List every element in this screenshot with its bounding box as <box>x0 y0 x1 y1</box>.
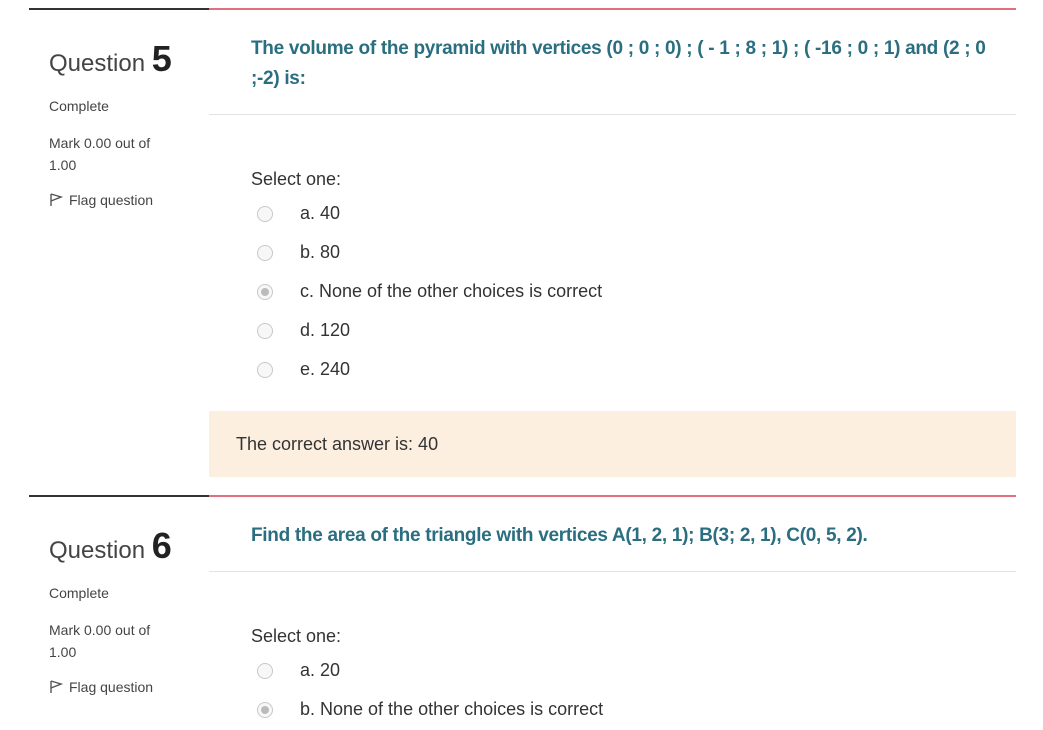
question-grade: Mark 0.00 out of 1.00 <box>49 135 151 173</box>
question-number-value: 6 <box>151 525 172 566</box>
flag-question-label: Flag question <box>69 679 154 695</box>
answer-option-b[interactable]: b. None of the other choices is correct <box>257 690 1016 729</box>
question-label: Question <box>49 537 146 564</box>
question-content: The volume of the pyramid with vertices … <box>209 8 1016 477</box>
flag-question-label: Flag question <box>69 192 154 208</box>
radio-button[interactable] <box>257 322 273 339</box>
radio-button-selected[interactable] <box>257 701 273 718</box>
question-info: Question 5 Complete Mark 0.00 out of 1.0… <box>29 8 209 208</box>
question-text: The volume of the pyramid with vertices … <box>251 38 986 89</box>
radio-button-selected[interactable] <box>257 283 273 300</box>
flag-icon <box>50 680 63 693</box>
option-label: b. 80 <box>300 242 341 262</box>
option-label: d. 120 <box>300 320 351 340</box>
question-label: Question <box>49 50 146 77</box>
answer-option-a[interactable]: a. 20 <box>257 651 1016 690</box>
option-label: c. None of the other choices is correct <box>300 281 603 301</box>
divider <box>209 114 1016 115</box>
radio-button[interactable] <box>257 244 273 261</box>
question-text: Find the area of the triangle with verti… <box>251 525 868 546</box>
option-label: e. 240 <box>300 359 351 379</box>
question-state: Complete <box>49 98 109 114</box>
flag-icon <box>50 193 63 206</box>
answer-option-e[interactable]: e. 240 <box>257 350 1016 389</box>
question-state: Complete <box>49 585 109 601</box>
answer-options: a. 20 b. None of the other choices is co… <box>209 651 1016 729</box>
answer-option-b[interactable]: b. 80 <box>257 233 1016 272</box>
radio-button[interactable] <box>257 662 273 679</box>
question-info: Question 6 Complete Mark 0.00 out of 1.0… <box>29 495 209 695</box>
answer-option-a[interactable]: a. 40 <box>257 194 1016 233</box>
question-content: Find the area of the triangle with verti… <box>209 495 1016 729</box>
radio-button[interactable] <box>257 205 273 222</box>
correct-answer-feedback: The correct answer is: 40 <box>209 411 1016 477</box>
option-label: b. None of the other choices is correct <box>300 699 604 719</box>
option-label: a. 20 <box>300 660 341 680</box>
flag-question-button[interactable]: Flag question <box>49 192 209 208</box>
select-one-label: Select one: <box>251 626 342 646</box>
answer-option-c[interactable]: c. None of the other choices is correct <box>257 272 1016 311</box>
divider <box>209 571 1016 572</box>
question-number-value: 5 <box>151 38 172 79</box>
question-number: Question 6 <box>49 525 209 567</box>
flag-question-button[interactable]: Flag question <box>49 679 209 695</box>
question-number: Question 5 <box>49 38 209 80</box>
question-grade: Mark 0.00 out of 1.00 <box>49 622 151 660</box>
answer-option-d[interactable]: d. 120 <box>257 311 1016 350</box>
select-one-label: Select one: <box>251 169 342 189</box>
radio-button[interactable] <box>257 361 273 378</box>
option-label: a. 40 <box>300 203 341 223</box>
answer-options: a. 40 b. 80 c. None of the other choices… <box>209 194 1016 389</box>
